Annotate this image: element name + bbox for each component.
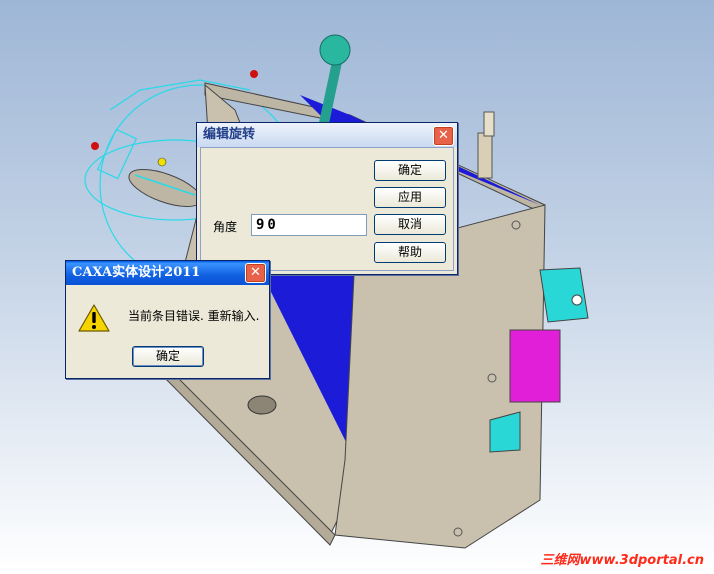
cancel-button[interactable]: 取消 — [374, 214, 446, 235]
ok-button[interactable]: 确定 — [132, 346, 204, 367]
rotation-pivot-red-2[interactable] — [91, 142, 99, 150]
close-icon[interactable]: ✕ — [433, 126, 454, 146]
rotation-pivot-red-1[interactable] — [250, 70, 258, 78]
warning-icon — [78, 304, 110, 332]
angle-field[interactable]: 90 — [251, 214, 367, 236]
edit-rotation-title[interactable]: 编辑旋转 — [197, 123, 457, 147]
error-dialog-title[interactable]: CAXA实体设计2011 — [66, 261, 269, 285]
close-icon[interactable]: ✕ — [245, 263, 266, 283]
ok-button[interactable]: 确定 — [374, 160, 446, 181]
angle-label: 角度 — [213, 220, 238, 234]
rotation-axis-box — [96, 128, 138, 180]
dialog-body: 角度 90 确定 应用 取消 帮助 — [200, 147, 454, 271]
rotation-pivot-yellow[interactable] — [157, 157, 167, 167]
error-dialog: CAXA实体设计2011 ✕ 当前条目错误. 重新输入. 确定 — [65, 260, 270, 379]
site-watermark: 三维网www.3dportal.cn — [540, 553, 704, 568]
apply-button[interactable]: 应用 — [374, 187, 446, 208]
pin-part[interactable] — [477, 111, 495, 179]
edit-rotation-dialog: 编辑旋转 ✕ 角度 90 确定 应用 取消 帮助 — [196, 122, 458, 275]
help-button[interactable]: 帮助 — [374, 242, 446, 263]
disc-feature[interactable] — [125, 162, 206, 214]
error-message: 当前条目错误. 重新输入. — [128, 309, 260, 323]
